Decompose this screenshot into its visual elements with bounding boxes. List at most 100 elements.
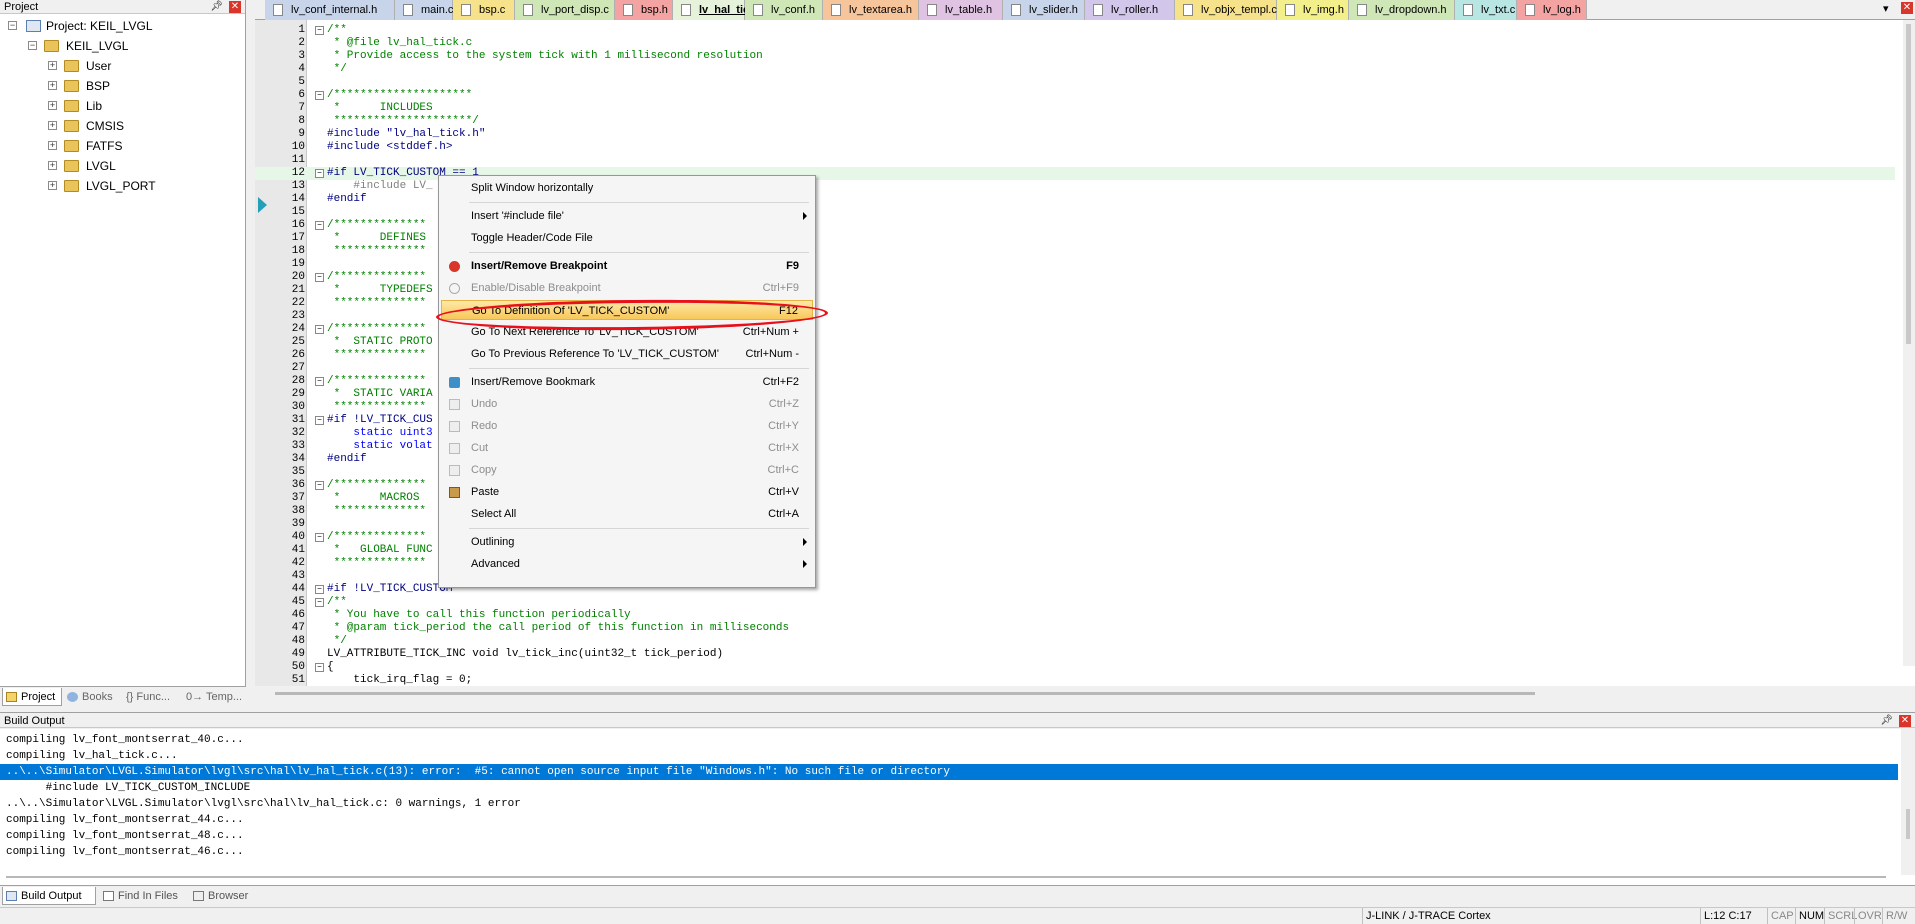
file-tab[interactable]: lv_slider.h bbox=[1003, 0, 1085, 20]
fold-toggle-icon[interactable]: − bbox=[315, 598, 324, 607]
file-tab[interactable]: bsp.h bbox=[615, 0, 673, 20]
menu-item-enable-disable-breakpoint[interactable]: Enable/Disable Breakpoint Ctrl+F9 bbox=[441, 278, 813, 298]
code-line[interactable]: 48 */ bbox=[255, 635, 1895, 648]
build-output-panel[interactable]: compiling lv_font_montserrat_40.c... comp… bbox=[0, 729, 1915, 885]
tree-item-fatfs[interactable]: + FATFS bbox=[0, 136, 246, 156]
code-line[interactable]: 9 #include "lv_hal_tick.h" bbox=[255, 128, 1895, 141]
expand-icon[interactable]: + bbox=[48, 121, 57, 130]
collapse-icon[interactable]: − bbox=[8, 21, 17, 30]
tab-project[interactable]: Project bbox=[2, 688, 62, 706]
tree-item-lib[interactable]: + Lib bbox=[0, 96, 246, 116]
tab-templates[interactable]: 0→ Temp... bbox=[182, 688, 244, 706]
code-line[interactable]: 49 LV_ATTRIBUTE_TICK_INC void lv_tick_inc… bbox=[255, 648, 1895, 661]
build-error-line[interactable]: ..\..\Simulator\LVGL.Simulator\lvgl\src\… bbox=[0, 764, 1898, 780]
tab-browser[interactable]: Browser bbox=[190, 887, 256, 905]
tree-item-bsp[interactable]: + BSP bbox=[0, 76, 246, 96]
menu-item-split-window-horizontally[interactable]: Split Window horizontally bbox=[441, 178, 813, 198]
build-output-line[interactable]: compiling lv_font_montserrat_44.c... bbox=[0, 812, 1898, 828]
file-tab[interactable]: lv_conf.h bbox=[745, 0, 823, 20]
file-tab[interactable]: lv_port_disp.c bbox=[515, 0, 615, 20]
file-tab[interactable]: lv_hal_tick.c bbox=[673, 0, 764, 20]
menu-item-go-to-previous-reference-to-lv-tick-custom[interactable]: Go To Previous Reference To 'LV_TICK_CUS… bbox=[441, 344, 813, 364]
tab-build-output[interactable]: Build Output bbox=[2, 887, 96, 905]
code-line[interactable]: 5 bbox=[255, 76, 1895, 89]
menu-item-insert-remove-breakpoint[interactable]: Insert/Remove Breakpoint F9 bbox=[441, 256, 813, 276]
build-output-line[interactable]: compiling lv_hal_tick.c... bbox=[0, 748, 1898, 764]
tree-item-user[interactable]: + User bbox=[0, 56, 246, 76]
expand-icon[interactable]: + bbox=[48, 81, 57, 90]
build-output-line[interactable]: compiling lv_font_montserrat_46.c... bbox=[0, 844, 1898, 860]
fold-toggle-icon[interactable]: − bbox=[315, 663, 324, 672]
file-tab[interactable]: lv_txt.c bbox=[1455, 0, 1517, 20]
menu-item-insert-remove-bookmark[interactable]: Insert/Remove Bookmark Ctrl+F2 bbox=[441, 372, 813, 392]
tree-item-lvgl-port[interactable]: + LVGL_PORT bbox=[0, 176, 246, 196]
expand-icon[interactable]: + bbox=[48, 61, 57, 70]
expand-icon[interactable]: + bbox=[48, 161, 57, 170]
code-line[interactable]: 6 −/********************* bbox=[255, 89, 1895, 102]
scrollbar-thumb[interactable] bbox=[1906, 24, 1911, 344]
fold-toggle-icon[interactable]: − bbox=[315, 26, 324, 35]
code-line[interactable]: 3 * Provide access to the system tick wi… bbox=[255, 50, 1895, 63]
tree-item-target[interactable]: − KEIL_LVGL bbox=[0, 36, 246, 56]
tree-item-project[interactable]: − Project: KEIL_LVGL bbox=[0, 16, 246, 36]
fold-toggle-icon[interactable]: − bbox=[315, 377, 324, 386]
close-icon[interactable]: ✕ bbox=[1901, 2, 1913, 14]
menu-item-paste[interactable]: Paste Ctrl+V bbox=[441, 482, 813, 502]
tree-item-lvgl[interactable]: + LVGL bbox=[0, 156, 246, 176]
code-line[interactable]: 10 #include <stddef.h> bbox=[255, 141, 1895, 154]
menu-item-toggle-header-code-file[interactable]: Toggle Header/Code File bbox=[441, 228, 813, 248]
code-line[interactable]: 51 tick_irq_flag = 0; bbox=[255, 674, 1895, 687]
file-tab[interactable]: lv_roller.h bbox=[1085, 0, 1175, 20]
menu-item-cut[interactable]: Cut Ctrl+X bbox=[441, 438, 813, 458]
fold-toggle-icon[interactable]: − bbox=[315, 273, 324, 282]
code-line[interactable]: 50 −{ bbox=[255, 661, 1895, 674]
close-icon[interactable]: ✕ bbox=[1899, 715, 1911, 727]
file-tab[interactable]: lv_objx_templ.c bbox=[1175, 0, 1277, 20]
collapse-icon[interactable]: − bbox=[28, 41, 37, 50]
code-line[interactable]: 2 * @file lv_hal_tick.c bbox=[255, 37, 1895, 50]
editor-horizontal-scrollbar[interactable] bbox=[275, 692, 1535, 695]
code-line[interactable]: 46 * You have to call this function peri… bbox=[255, 609, 1895, 622]
expand-icon[interactable]: + bbox=[48, 101, 57, 110]
menu-item-insert-include-file[interactable]: Insert '#include file' bbox=[441, 206, 813, 226]
expand-icon[interactable]: + bbox=[48, 141, 57, 150]
code-line[interactable]: 8 *********************/ bbox=[255, 115, 1895, 128]
build-output-line[interactable]: ..\..\Simulator\LVGL.Simulator\lvgl\src\… bbox=[0, 796, 1898, 812]
menu-item-undo[interactable]: Undo Ctrl+Z bbox=[441, 394, 813, 414]
code-line[interactable]: 7 * INCLUDES bbox=[255, 102, 1895, 115]
tab-books[interactable]: Books bbox=[64, 688, 120, 706]
chevron-down-icon[interactable]: ▾ bbox=[1883, 2, 1889, 15]
file-tab[interactable]: lv_table.h bbox=[919, 0, 1003, 20]
editor-vertical-scrollbar[interactable] bbox=[1903, 20, 1915, 666]
pin-icon[interactable]: 📌︎ bbox=[210, 0, 223, 14]
build-output-line[interactable]: compiling lv_font_montserrat_40.c... bbox=[0, 732, 1898, 748]
file-tab[interactable]: lv_textarea.h bbox=[823, 0, 919, 20]
file-tab[interactable]: lv_img.h bbox=[1277, 0, 1349, 20]
scrollbar-thumb[interactable] bbox=[1906, 809, 1910, 839]
code-line[interactable]: 45 −/** bbox=[255, 596, 1895, 609]
file-tab[interactable]: lv_conf_internal.h bbox=[265, 0, 395, 20]
file-tab[interactable]: bsp.c bbox=[453, 0, 515, 20]
tab-find-in-files[interactable]: Find In Files bbox=[100, 887, 186, 905]
fold-toggle-icon[interactable]: − bbox=[315, 169, 324, 178]
menu-item-advanced[interactable]: Advanced bbox=[441, 554, 813, 574]
pin-icon[interactable]: 📌︎ bbox=[1880, 713, 1893, 729]
menu-item-outlining[interactable]: Outlining bbox=[441, 532, 813, 552]
fold-toggle-icon[interactable]: − bbox=[315, 533, 324, 542]
menu-item-redo[interactable]: Redo Ctrl+Y bbox=[441, 416, 813, 436]
fold-toggle-icon[interactable]: − bbox=[315, 481, 324, 490]
code-line[interactable]: 4 */ bbox=[255, 63, 1895, 76]
code-line[interactable]: 1 −/** bbox=[255, 24, 1895, 37]
build-output-line[interactable]: compiling lv_font_montserrat_48.c... bbox=[0, 828, 1898, 844]
code-line[interactable]: 47 * @param tick_period the call period … bbox=[255, 622, 1895, 635]
fold-toggle-icon[interactable]: − bbox=[315, 585, 324, 594]
fold-toggle-icon[interactable]: − bbox=[315, 221, 324, 230]
tree-item-cmsis[interactable]: + CMSIS bbox=[0, 116, 246, 136]
menu-item-copy[interactable]: Copy Ctrl+C bbox=[441, 460, 813, 480]
menu-item-select-all[interactable]: Select All Ctrl+A bbox=[441, 504, 813, 524]
fold-toggle-icon[interactable]: − bbox=[315, 416, 324, 425]
file-tab[interactable]: lv_log.h bbox=[1517, 0, 1587, 20]
build-output-vertical-scrollbar[interactable] bbox=[1901, 729, 1915, 875]
expand-icon[interactable]: + bbox=[48, 181, 57, 190]
file-tab[interactable]: main.c bbox=[395, 0, 453, 20]
